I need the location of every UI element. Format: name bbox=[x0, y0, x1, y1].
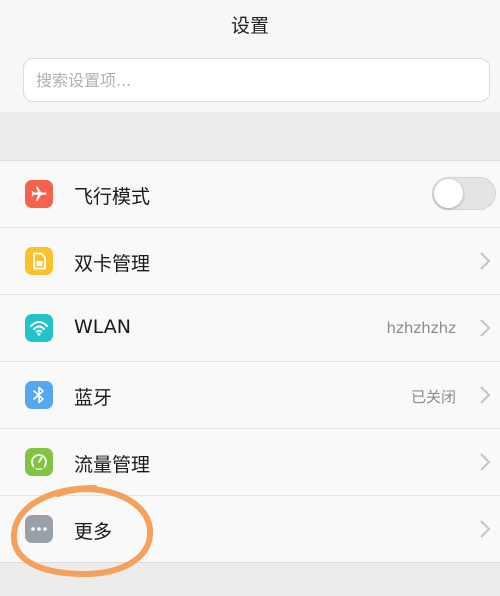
bluetooth-icon bbox=[25, 381, 53, 409]
bluetooth-status: 已关闭 bbox=[410, 388, 456, 406]
settings-item-dual-sim[interactable]: 双卡管理 bbox=[0, 228, 500, 295]
airplane-mode-toggle[interactable] bbox=[432, 177, 496, 210]
toggle-knob bbox=[434, 179, 463, 208]
settings-item-label: 流量管理 bbox=[74, 454, 151, 476]
wlan-network-name: hzhzhzhz bbox=[386, 319, 456, 337]
chevron-right-icon bbox=[480, 319, 491, 337]
navigation-bar: 设置 bbox=[0, 0, 500, 50]
search-area bbox=[0, 50, 500, 112]
settings-item-data-usage[interactable]: 流量管理 bbox=[0, 429, 500, 496]
airplane-icon bbox=[25, 180, 53, 208]
settings-item-airplane-mode[interactable]: 飞行模式 bbox=[0, 161, 500, 228]
settings-item-label: 双卡管理 bbox=[74, 253, 151, 275]
chevron-right-icon bbox=[480, 453, 491, 471]
settings-item-label: 更多 bbox=[74, 521, 113, 543]
search-input[interactable] bbox=[36, 59, 476, 101]
wifi-icon bbox=[25, 314, 53, 342]
gauge-icon bbox=[25, 448, 53, 476]
settings-item-wlan[interactable]: WLAN hzhzhzhz bbox=[0, 295, 500, 362]
settings-item-label: 飞行模式 bbox=[74, 186, 151, 208]
settings-item-more[interactable]: 更多 bbox=[0, 496, 500, 563]
settings-item-bluetooth[interactable]: 蓝牙 已关闭 bbox=[0, 362, 500, 429]
section-gap bbox=[0, 112, 500, 160]
more-dots-icon bbox=[25, 515, 53, 543]
settings-list: 飞行模式 双卡管理 WLAN hzhzhzhz 蓝牙 已关闭 流量管理 更多 bbox=[0, 160, 500, 563]
chevron-right-icon bbox=[480, 252, 491, 270]
search-box[interactable] bbox=[23, 58, 490, 102]
settings-item-label: 蓝牙 bbox=[74, 387, 113, 409]
sim-card-icon bbox=[25, 247, 53, 275]
chevron-right-icon bbox=[480, 386, 491, 404]
chevron-right-icon bbox=[480, 520, 491, 538]
settings-item-label: WLAN bbox=[74, 316, 132, 338]
page-title: 设置 bbox=[230, 15, 269, 37]
